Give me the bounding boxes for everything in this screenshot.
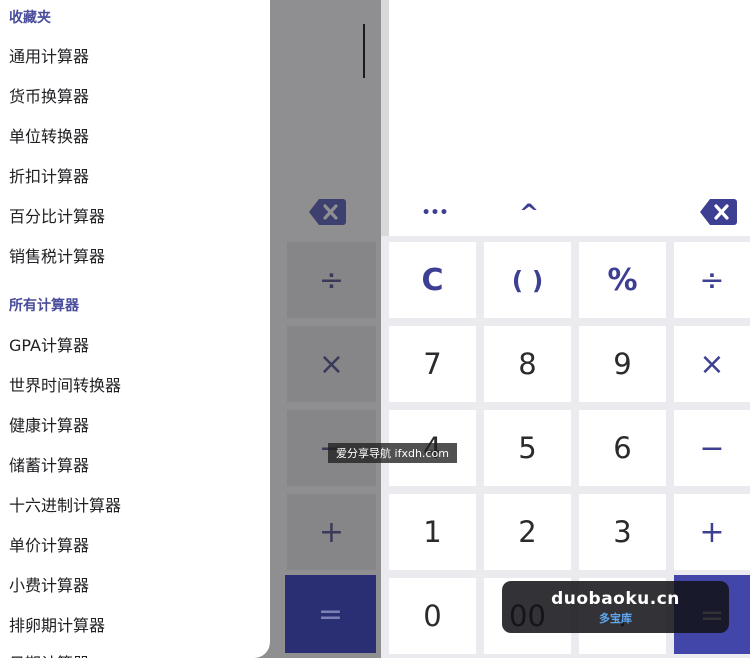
drawer-item-tip-calculator[interactable]: 小费计算器 bbox=[9, 572, 89, 596]
drawer-item-percentage-calculator[interactable]: 百分比计算器 bbox=[9, 203, 105, 227]
watermark-brand-subtext: 多宝库 bbox=[599, 611, 632, 625]
text-cursor bbox=[363, 24, 365, 78]
digit-6-button[interactable]: 6 bbox=[579, 410, 666, 486]
calculator: ••• ^ C ( ) % ÷ 7 8 9 × 4 5 6 − 1 2 3 + … bbox=[381, 0, 750, 658]
favorites-section-title: 收藏夹 bbox=[9, 10, 51, 26]
dim-key-plus: + bbox=[287, 494, 376, 570]
percent-button[interactable]: % bbox=[579, 242, 666, 318]
divide-button[interactable]: ÷ bbox=[674, 242, 750, 318]
digit-2-button[interactable]: 2 bbox=[484, 494, 571, 570]
drawer-item-world-time-converter[interactable]: 世界时间转换器 bbox=[9, 372, 121, 396]
multiply-button[interactable]: × bbox=[674, 326, 750, 402]
drawer-item-general-calculator[interactable]: 通用计算器 bbox=[9, 43, 89, 67]
drawer-item-savings-calculator[interactable]: 储蓄计算器 bbox=[9, 452, 89, 476]
drawer-item-sales-tax-calculator[interactable]: 销售税计算器 bbox=[9, 243, 105, 267]
power-button[interactable]: ^ bbox=[514, 198, 544, 228]
dim-key-equals: = bbox=[285, 575, 376, 653]
drawer-item-gpa-calculator[interactable]: GPA计算器 bbox=[9, 332, 89, 356]
display-divider bbox=[381, 0, 389, 236]
dim-key-multiply: × bbox=[287, 326, 376, 402]
navigation-drawer: 收藏夹 通用计算器 货币换算器 单位转换器 折扣计算器 百分比计算器 销售税计算… bbox=[0, 0, 270, 658]
watermark-brand: duobaoku.cn 多宝库 bbox=[502, 581, 729, 633]
drawer-item-date-calculator[interactable]: 日期计算器 bbox=[9, 650, 89, 658]
drawer-item-unit-converter[interactable]: 单位转换器 bbox=[9, 123, 89, 147]
drawer-item-health-calculator[interactable]: 健康计算器 bbox=[9, 412, 89, 436]
backspace-icon-dimmed bbox=[309, 198, 346, 230]
watermark-brand-text: duobaoku.cn bbox=[551, 588, 680, 609]
plus-button[interactable]: + bbox=[674, 494, 750, 570]
digit-0-button[interactable]: 0 bbox=[389, 578, 476, 654]
dim-key-divide: ÷ bbox=[287, 242, 376, 318]
clear-button[interactable]: C bbox=[389, 242, 476, 318]
digit-9-button[interactable]: 9 bbox=[579, 326, 666, 402]
more-button[interactable]: ••• bbox=[419, 200, 451, 226]
drawer-item-ovulation-calculator[interactable]: 排卵期计算器 bbox=[9, 612, 105, 636]
drawer-item-currency-converter[interactable]: 货币换算器 bbox=[9, 83, 89, 107]
watermark-small: 爱分享导航 ifxdh.com bbox=[328, 443, 457, 463]
drawer-item-hex-calculator[interactable]: 十六进制计算器 bbox=[9, 492, 121, 516]
digit-1-button[interactable]: 1 bbox=[389, 494, 476, 570]
drawer-item-unit-price-calculator[interactable]: 单价计算器 bbox=[9, 532, 89, 556]
digit-5-button[interactable]: 5 bbox=[484, 410, 571, 486]
digit-8-button[interactable]: 8 bbox=[484, 326, 571, 402]
digit-7-button[interactable]: 7 bbox=[389, 326, 476, 402]
backspace-icon[interactable] bbox=[698, 198, 738, 226]
parentheses-button[interactable]: ( ) bbox=[484, 242, 571, 318]
all-calculators-section-title: 所有计算器 bbox=[9, 298, 79, 314]
drawer-item-discount-calculator[interactable]: 折扣计算器 bbox=[9, 163, 89, 187]
digit-3-button[interactable]: 3 bbox=[579, 494, 666, 570]
minus-button[interactable]: − bbox=[674, 410, 750, 486]
